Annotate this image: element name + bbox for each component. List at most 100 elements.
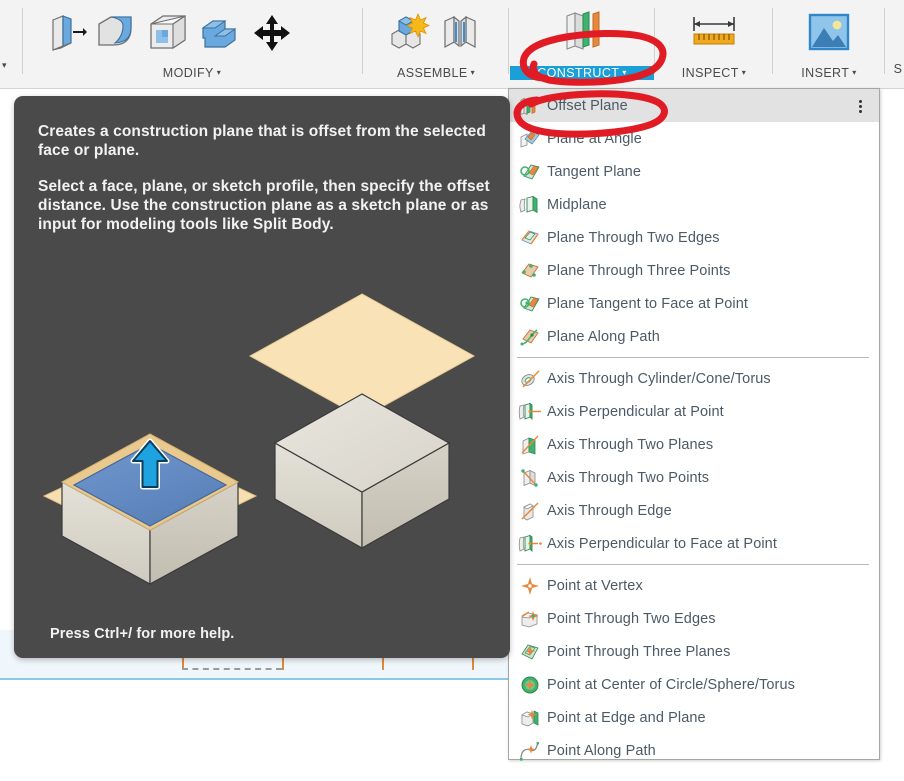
- panel-label-inspect[interactable]: INSPECT ▾: [656, 66, 772, 80]
- panel-label-text: MODIFY: [162, 66, 214, 80]
- offset-plane-diagram: [32, 286, 492, 606]
- menu-item-label: Point at Center of Circle/Sphere/Torus: [547, 676, 795, 693]
- axis-two-points-icon: [517, 466, 543, 490]
- axis-perpendicular-face-point-icon: [517, 532, 543, 556]
- panel-label-assemble[interactable]: ASSEMBLE ▾: [364, 66, 508, 80]
- construct-dropdown-menu: Offset Plane Plane at Angle Tangent Plan…: [508, 88, 880, 761]
- menu-item-plane-through-three-points[interactable]: Plane Through Three Points: [509, 254, 879, 287]
- panel-divider: [654, 8, 655, 74]
- menu-item-point-along-path[interactable]: Point Along Path: [509, 734, 879, 767]
- menu-item-point-at-vertex[interactable]: Point at Vertex: [509, 569, 879, 602]
- panel-divider: [22, 8, 23, 74]
- menu-item-label: Offset Plane: [547, 97, 628, 114]
- chevron-down-icon: ▾: [470, 68, 475, 77]
- plane-tangent-face-point-icon: [517, 292, 543, 316]
- panel-label-text: INSERT: [801, 66, 850, 80]
- menu-item-axis-perpendicular-to-face-at-point[interactable]: Axis Perpendicular to Face at Point: [509, 527, 879, 560]
- menu-item-point-through-three-planes[interactable]: Point Through Three Planes: [509, 635, 879, 668]
- chevron-down-icon: ▾: [741, 68, 747, 77]
- menu-item-plane-tangent-to-face-at-point[interactable]: Plane Tangent to Face at Point: [509, 287, 879, 320]
- combine-icon[interactable]: [194, 6, 246, 62]
- menu-item-tangent-plane[interactable]: Tangent Plane: [509, 155, 879, 188]
- menu-item-plane-through-two-edges[interactable]: Plane Through Two Edges: [509, 221, 879, 254]
- panel-label-text: ASSEMBLE: [396, 66, 468, 80]
- ribbon-panel-construct: CONSTRUCT ▾: [510, 0, 654, 88]
- plane-two-edges-icon: [517, 226, 543, 250]
- menu-item-label: Axis Through Edge: [547, 502, 672, 519]
- point-two-edges-icon: [517, 607, 543, 631]
- panel-label-text: CONSTRUCT: [537, 66, 620, 80]
- joint-icon[interactable]: [434, 6, 486, 62]
- menu-item-label: Point Through Two Edges: [547, 610, 716, 627]
- menu-item-point-through-two-edges[interactable]: Point Through Two Edges: [509, 602, 879, 635]
- axis-perpendicular-point-icon: [517, 400, 543, 424]
- axis-through-edge-icon: [517, 499, 543, 523]
- tangent-plane-icon: [517, 160, 543, 184]
- panel-label-modify[interactable]: MODIFY ▾: [24, 66, 360, 80]
- menu-item-label: Point at Edge and Plane: [547, 709, 706, 726]
- menu-item-offset-plane[interactable]: Offset Plane: [509, 89, 879, 122]
- insert-image-icon[interactable]: [802, 6, 854, 62]
- panel-label-text: INSPECT: [681, 66, 739, 80]
- menu-item-plane-at-angle[interactable]: Plane at Angle: [509, 122, 879, 155]
- press-pull-icon[interactable]: [38, 6, 90, 62]
- offset-plane-icon: [517, 94, 543, 118]
- menu-item-plane-along-path[interactable]: Plane Along Path: [509, 320, 879, 353]
- menu-item-label: Plane Through Three Points: [547, 262, 731, 279]
- menu-item-label: Midplane: [547, 196, 607, 213]
- fillet-icon[interactable]: [90, 6, 142, 62]
- panel-divider: [884, 8, 885, 74]
- chevron-down-icon: ▾: [216, 68, 222, 77]
- panel-divider: [362, 8, 363, 74]
- new-component-icon[interactable]: [382, 6, 434, 62]
- menu-item-point-at-center-of-circle-sphere-torus[interactable]: Point at Center of Circle/Sphere/Torus: [509, 668, 879, 701]
- point-along-path-icon: [517, 739, 543, 763]
- menu-item-overflow-icon[interactable]: [859, 98, 863, 114]
- ribbon-toolbar: ▾ MODIFY ▾ ASSEMBLE ▾ CONSTRUCT ▾ INSPEC…: [0, 0, 904, 89]
- menu-item-label: Plane Tangent to Face at Point: [547, 295, 749, 312]
- menu-item-label: Plane Along Path: [547, 328, 660, 345]
- measure-icon[interactable]: [688, 6, 740, 62]
- menu-item-label: Axis Perpendicular at Point: [547, 403, 724, 420]
- menu-item-axis-through-two-planes[interactable]: Axis Through Two Planes: [509, 428, 879, 461]
- menu-item-label: Point Along Path: [547, 742, 656, 759]
- panel-label-insert[interactable]: INSERT ▾: [774, 66, 884, 80]
- panel-label-construct[interactable]: CONSTRUCT ▾: [510, 66, 654, 80]
- ribbon-panel-modify: MODIFY ▾: [24, 0, 360, 88]
- menu-item-axis-through-two-points[interactable]: Axis Through Two Points: [509, 461, 879, 494]
- ribbon-panel-inspect: INSPECT ▾: [656, 0, 772, 88]
- menu-item-label: Axis Through Cylinder/Cone/Torus: [547, 370, 771, 387]
- plane-three-points-icon: [517, 259, 543, 283]
- menu-item-axis-through-edge[interactable]: Axis Through Edge: [509, 494, 879, 527]
- app-root: ▾ MODIFY ▾ ASSEMBLE ▾ CONSTRUCT ▾ INSPEC…: [0, 0, 904, 781]
- chevron-down-icon: ▾: [622, 68, 627, 77]
- offset-plane-icon[interactable]: [556, 6, 608, 62]
- menu-item-label: Axis Through Two Points: [547, 469, 710, 486]
- menu-item-midplane[interactable]: Midplane: [509, 188, 879, 221]
- tooltip-paragraph-2: Select a face, plane, or sketch profile,…: [38, 178, 490, 233]
- tooltip-body: Creates a construction plane that is off…: [38, 122, 490, 251]
- menu-item-label: Point Through Three Planes: [547, 643, 731, 660]
- menu-item-label: Point at Vertex: [547, 577, 643, 594]
- tooltip-paragraph-1: Creates a construction plane that is off…: [38, 123, 486, 159]
- menu-item-label: Plane Through Two Edges: [547, 229, 720, 246]
- menu-item-axis-through-cylinder-cone-torus[interactable]: Axis Through Cylinder/Cone/Torus: [509, 362, 879, 395]
- menu-item-axis-perpendicular-at-point[interactable]: Axis Perpendicular at Point: [509, 395, 879, 428]
- shell-icon[interactable]: [142, 6, 194, 62]
- panel-label-truncated[interactable]: S: [894, 62, 902, 76]
- midplane-icon: [517, 193, 543, 217]
- move-copy-icon[interactable]: [246, 6, 298, 62]
- point-three-planes-icon: [517, 640, 543, 664]
- panel-divider: [772, 8, 773, 74]
- command-tooltip: Creates a construction plane that is off…: [14, 96, 510, 658]
- menu-item-point-at-edge-and-plane[interactable]: Point at Edge and Plane: [509, 701, 879, 734]
- axis-two-planes-icon: [517, 433, 543, 457]
- ribbon-overflow-caret[interactable]: ▾: [2, 60, 7, 71]
- plane-at-angle-icon: [517, 127, 543, 151]
- menu-item-label: Axis Through Two Planes: [547, 436, 714, 453]
- chevron-down-icon: ▾: [852, 68, 857, 77]
- panel-divider: [508, 8, 509, 74]
- point-at-vertex-icon: [517, 574, 543, 598]
- menu-item-label: Plane at Angle: [547, 130, 642, 147]
- menu-separator: [517, 564, 869, 565]
